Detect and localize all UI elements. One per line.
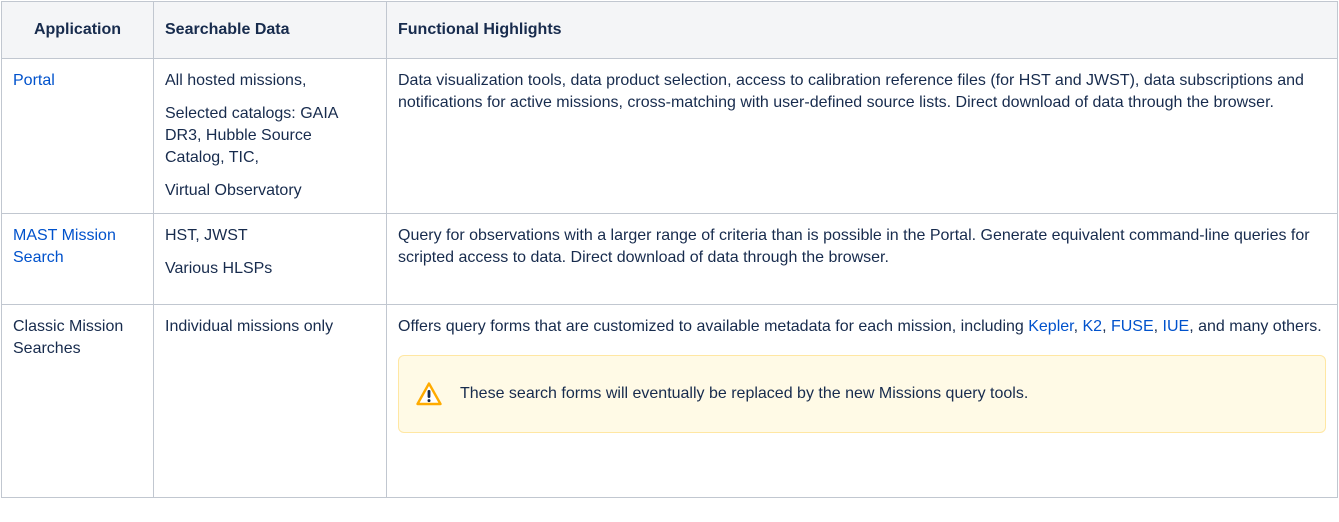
functional-highlights-cell: Query for observations with a larger ran… (386, 213, 1338, 305)
searchable-data-cell: All hosted missions, Selected catalogs: … (153, 58, 387, 214)
highlights-text: Data visualization tools, data product s… (398, 72, 1304, 111)
searchable-data-cell: HST, JWST Various HLSPs (153, 213, 387, 305)
warning-text: These search forms will eventually be re… (460, 385, 1029, 402)
searchable-item: Individual missions only (165, 318, 334, 335)
application-cell: Portal (1, 58, 154, 214)
warning-panel: These search forms will eventually be re… (398, 355, 1326, 433)
table-row: Portal All hosted missions, Selected cat… (1, 58, 1338, 214)
mast-mission-search-link[interactable]: MAST Mission Search (13, 227, 116, 266)
application-cell: MAST Mission Search (1, 213, 154, 305)
searchable-item: Virtual Observatory (165, 182, 302, 199)
fuse-link[interactable]: FUSE (1111, 318, 1154, 335)
searchable-item: HST, JWST (165, 227, 248, 244)
link-separator: , (1102, 318, 1111, 335)
header-functional-highlights: Functional Highlights (386, 1, 1338, 59)
searchable-item: Selected catalogs: GAIA DR3, Hubble Sour… (165, 105, 338, 166)
functional-highlights-cell: Offers query forms that are customized t… (386, 304, 1338, 498)
kepler-link[interactable]: Kepler (1028, 318, 1073, 335)
highlights-prefix: Offers query forms that are customized t… (398, 318, 1029, 335)
highlights-suffix: , and many others. (1189, 318, 1322, 335)
application-cell: Classic Mission Searches (1, 304, 154, 498)
searchable-item: Various HLSPs (165, 260, 273, 277)
header-application: Application (1, 1, 154, 59)
iue-link[interactable]: IUE (1163, 318, 1190, 335)
table-row: Classic Mission Searches Individual miss… (1, 304, 1338, 498)
link-separator: , (1073, 318, 1083, 335)
link-separator: , (1153, 318, 1163, 335)
table-row: MAST Mission Search HST, JWST Various HL… (1, 213, 1338, 305)
searchable-data-cell: Individual missions only (153, 304, 387, 498)
searchable-item: All hosted missions, (165, 72, 307, 89)
application-name: Classic Mission Searches (13, 318, 124, 357)
k2-link[interactable]: K2 (1083, 318, 1103, 335)
warning-icon (416, 382, 442, 406)
portal-link[interactable]: Portal (13, 72, 55, 89)
highlights-text: Query for observations with a larger ran… (398, 227, 1310, 266)
functional-highlights-cell: Data visualization tools, data product s… (386, 58, 1338, 214)
table-header-row: Application Searchable Data Functional H… (1, 1, 1338, 59)
applications-table: Application Searchable Data Functional H… (1, 1, 1338, 498)
header-searchable-data: Searchable Data (153, 1, 387, 59)
highlights-text: Offers query forms that are customized t… (398, 316, 1326, 338)
